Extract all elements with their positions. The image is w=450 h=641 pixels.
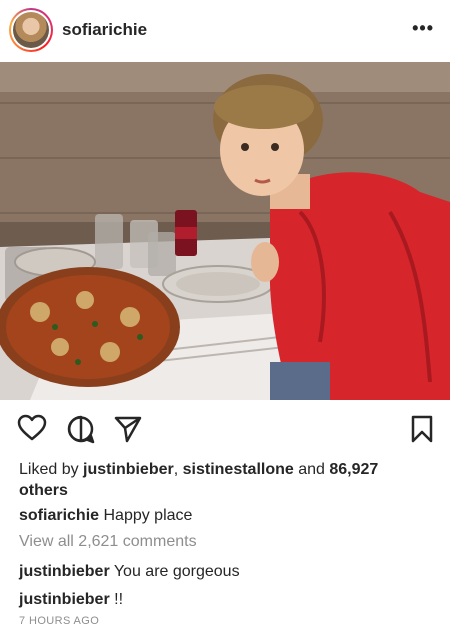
comment-text: !! bbox=[114, 591, 124, 608]
caption: sofiarichie Happy place bbox=[19, 505, 192, 526]
likes-others[interactable]: others bbox=[19, 482, 68, 499]
more-options-button[interactable]: ••• bbox=[412, 18, 434, 39]
caption-text: Happy place bbox=[103, 507, 193, 524]
likes-prefix: Liked by bbox=[19, 461, 84, 478]
post-header: sofiarichie ••• bbox=[0, 0, 450, 62]
avatar[interactable] bbox=[13, 12, 49, 48]
post-username[interactable]: sofiarichie bbox=[62, 20, 147, 40]
comment-row: justinbieber !! bbox=[19, 589, 123, 610]
comment-icon[interactable] bbox=[66, 414, 96, 449]
comment-row: justinbieber You are gorgeous bbox=[19, 561, 240, 582]
comment-username[interactable]: justinbieber bbox=[19, 563, 110, 580]
likes-text: Liked by justinbieber, sistinestallone a… bbox=[19, 459, 429, 501]
bookmark-icon[interactable] bbox=[410, 414, 434, 449]
caption-username[interactable]: sofiarichie bbox=[19, 507, 99, 524]
photo-illustration bbox=[0, 62, 450, 400]
post-timestamp: 7 HOURS AGO bbox=[19, 615, 100, 627]
post-photo[interactable] bbox=[0, 62, 450, 400]
likes-count[interactable]: 86,927 bbox=[329, 461, 378, 478]
view-all-comments-link[interactable]: View all 2,621 comments bbox=[19, 533, 197, 551]
likes-separator: , bbox=[173, 461, 183, 478]
heart-icon[interactable] bbox=[17, 414, 47, 447]
likes-and: and bbox=[293, 461, 330, 478]
comment-text: You are gorgeous bbox=[113, 563, 240, 580]
comment-username[interactable]: justinbieber bbox=[19, 591, 110, 608]
share-icon[interactable] bbox=[113, 414, 143, 449]
liker-justinbieber[interactable]: justinbieber bbox=[83, 461, 174, 478]
liker-sistinestallone[interactable]: sistinestallone bbox=[183, 461, 294, 478]
story-ring[interactable] bbox=[9, 8, 53, 52]
post-actions bbox=[0, 408, 450, 448]
